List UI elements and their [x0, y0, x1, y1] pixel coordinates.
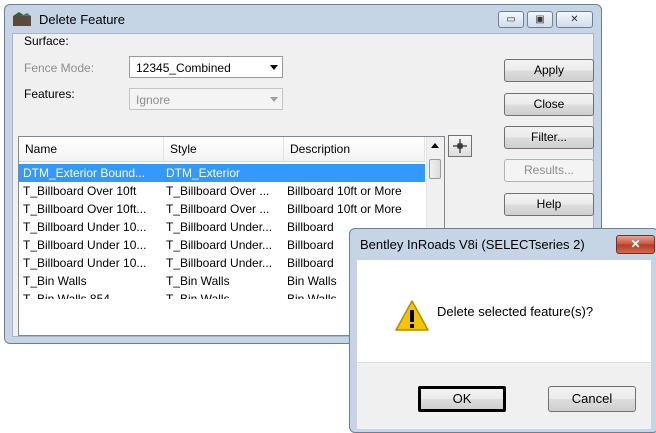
fence-mode-value: Ignore [136, 93, 171, 107]
locate-feature-button[interactable] [448, 135, 472, 157]
column-header-style[interactable]: Style [164, 137, 284, 161]
surface-dropdown[interactable]: 12345_Combined [129, 56, 283, 78]
filter-button[interactable]: Filter... [504, 126, 594, 149]
features-label: Features: [24, 87, 75, 101]
cell-name: T_Bin Walls 854 [23, 292, 110, 299]
fence-mode-dropdown: Ignore [129, 88, 283, 110]
maximize-icon: ▣ [535, 14, 545, 25]
message-body: Delete selected feature(s)? [357, 260, 651, 362]
chevron-down-icon [270, 65, 278, 70]
message-box-title: Bentley InRoads V8i (SELECTseries 2) [360, 237, 585, 252]
message-close-button[interactable]: ✕ [616, 235, 655, 254]
cell-name: T_Billboard Under 10... [23, 220, 147, 234]
column-header-description[interactable]: Description [284, 137, 425, 161]
cell-style: T_Billboard Over ... [166, 202, 270, 216]
cell-name: T_Billboard Over 10ft... [23, 202, 147, 216]
message-footer: OK Cancel [357, 362, 651, 429]
column-header-name[interactable]: Name [19, 137, 164, 161]
minimize-icon: ▭ [506, 14, 516, 25]
cancel-button[interactable]: Cancel [548, 386, 636, 412]
close-window-button[interactable]: ✕ [556, 11, 593, 28]
cell-style: T_Bin Walls [166, 274, 230, 288]
cell-style: T_Billboard Under... [166, 238, 273, 252]
warning-icon [395, 300, 429, 331]
cell-name: T_Billboard Under 10... [23, 256, 147, 270]
confirm-message-box: Bentley InRoads V8i (SELECTseries 2) ✕ D… [349, 228, 656, 433]
results-button: Results... [504, 159, 594, 182]
cell-description: Billboard 10ft or More [287, 202, 402, 216]
cell-style: T_Billboard Over ... [166, 184, 270, 198]
cell-description: Billboard 10ft or More [287, 184, 402, 198]
table-row[interactable]: T_Billboard Over 10ft T_Billboard Over .… [19, 182, 425, 200]
crosshair-icon [453, 139, 467, 153]
table-row[interactable]: DTM_Exterior Bound... DTM_Exterior [19, 164, 425, 182]
scrollbar-thumb[interactable] [429, 159, 441, 179]
cell-name: DTM_Exterior Bound... [23, 166, 146, 180]
title-bar[interactable]: Delete Feature ▭ ▣ ✕ [5, 5, 601, 33]
surface-label: Surface: [24, 34, 69, 48]
cell-name: T_Bin Walls [23, 274, 87, 288]
close-button[interactable]: Close [504, 93, 594, 116]
cell-style: T_Billboard Under... [166, 220, 273, 234]
cell-style: T_Billboard Under... [166, 256, 273, 270]
close-icon: ✕ [630, 237, 641, 251]
cell-name: T_Billboard Over 10ft [23, 184, 137, 198]
table-row[interactable]: T_Billboard Over 10ft... T_Billboard Ove… [19, 200, 425, 218]
apply-button[interactable]: Apply [504, 59, 594, 82]
scroll-up-icon[interactable] [431, 143, 439, 148]
minimize-button[interactable]: ▭ [498, 11, 524, 28]
chevron-down-icon [270, 97, 278, 102]
window-title: Delete Feature [39, 12, 125, 27]
app-icon [13, 12, 31, 26]
cell-style: T_Bin Walls [166, 292, 230, 299]
message-text: Delete selected feature(s)? [437, 304, 594, 319]
list-header: Name Style Description [19, 137, 425, 162]
fence-mode-label: Fence Mode: [24, 61, 95, 75]
close-icon: ✕ [570, 14, 579, 25]
surface-value: 12345_Combined [136, 61, 231, 75]
cell-style: DTM_Exterior [166, 166, 241, 180]
ok-button[interactable]: OK [418, 386, 506, 412]
help-button[interactable]: Help [504, 193, 594, 216]
cell-name: T_Billboard Under 10... [23, 238, 147, 252]
maximize-button[interactable]: ▣ [527, 11, 553, 28]
